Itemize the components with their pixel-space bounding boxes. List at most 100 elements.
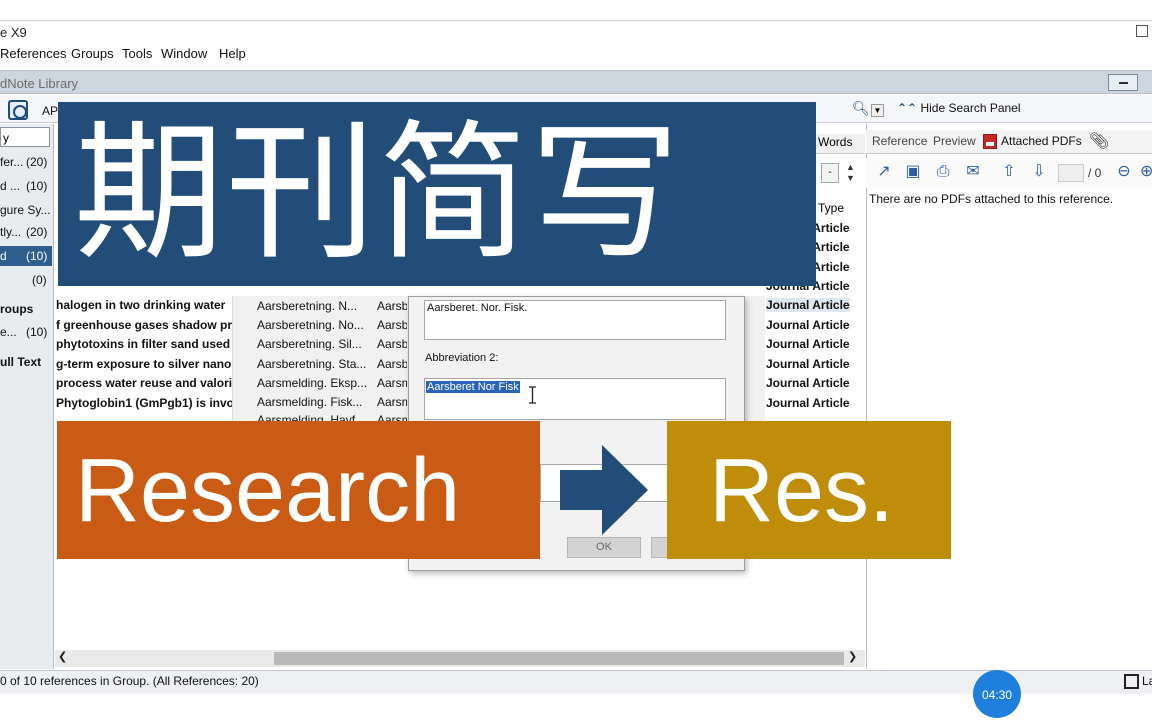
abbreviation-1-value: Aarsberet. Nor. Fisk. xyxy=(427,302,528,314)
journal-term-abbr[interactable]: Aarsb xyxy=(377,318,407,332)
paperclip-icon[interactable]: 📎︎ xyxy=(1089,131,1109,151)
title-banner-text: 期刊简写 xyxy=(74,107,683,281)
print-icon[interactable]: ⎙ xyxy=(933,162,953,182)
hide-search-panel-label: Hide Search Panel xyxy=(920,101,1021,115)
layout-label[interactable]: La xyxy=(1142,674,1152,688)
reference-title[interactable]: g-term exposure to silver nano xyxy=(56,357,232,375)
menu-tools[interactable]: Tools xyxy=(122,46,152,61)
group-count: (20) xyxy=(26,225,48,239)
timer-text: 04:30 xyxy=(981,688,1013,702)
reference-title[interactable]: f greenhouse gases shadow pri xyxy=(56,318,232,336)
journal-term-abbr[interactable]: Aarsm xyxy=(377,376,407,390)
journal-term-full[interactable]: Aarsmelding. Eksp... xyxy=(257,376,369,390)
page-count: / 0 xyxy=(1088,166,1102,180)
no-pdfs-message: There are no PDFs attached to this refer… xyxy=(869,192,1114,206)
output-style-select[interactable]: AP xyxy=(42,104,58,118)
search-icon[interactable]: 🔍︎ xyxy=(852,100,870,117)
journal-term-abbr[interactable]: Aarsb xyxy=(377,337,407,351)
reference-title[interactable]: halogen in two drinking water xyxy=(56,298,232,316)
reference-type[interactable]: Journal Article xyxy=(766,298,850,312)
journal-term-full[interactable]: Aarsmelding. Havf... xyxy=(257,413,369,421)
reference-title[interactable]: phytotoxins in filter sand used f xyxy=(56,337,232,355)
find-full-text-heading[interactable]: ull Text xyxy=(0,355,41,369)
group-filter-field[interactable]: y xyxy=(0,127,50,147)
hide-search-panel-button[interactable]: ⌃⌃ Hide Search Panel xyxy=(897,101,1021,115)
group-count: (20) xyxy=(26,155,48,169)
open-external-icon[interactable]: ↗ xyxy=(874,162,894,182)
full-word-banner: Research xyxy=(57,421,540,559)
journal-term-abbr[interactable]: Aarsb xyxy=(377,357,407,371)
arrow-up-icon[interactable]: ⇧ xyxy=(999,162,1019,182)
group-name: gure Sy... xyxy=(0,203,51,217)
group-item[interactable]: fer... (20) xyxy=(0,152,52,172)
abbreviated-word-banner: Res. xyxy=(667,421,951,559)
spin-field[interactable]: - xyxy=(821,163,839,183)
journal-term-full[interactable]: Aarsberetning. No... xyxy=(257,318,369,332)
group-item[interactable]: gure Sy... xyxy=(0,200,52,220)
scroll-left-icon[interactable]: ❮ xyxy=(58,650,67,663)
group-item[interactable]: d ... (10) xyxy=(0,176,52,196)
chevron-up-icon: ⌃⌃ xyxy=(897,101,918,115)
layout-icon[interactable] xyxy=(1124,674,1139,689)
tab-reference[interactable]: Reference xyxy=(872,134,927,148)
window-title: e X9 xyxy=(0,25,27,40)
reference-type[interactable]: Journal Article xyxy=(766,396,850,410)
globe-icon[interactable] xyxy=(8,100,28,120)
email-icon[interactable]: ✉ xyxy=(963,162,983,182)
title-bar: e X9 xyxy=(0,20,1152,44)
title-banner: 期刊简写 xyxy=(58,102,816,286)
menu-bar: References Groups Tools Window Help xyxy=(0,44,1152,64)
spin-arrows-icon[interactable]: ▲ ▼ xyxy=(846,162,855,184)
journal-term-full[interactable]: Aarsberetning. Sil... xyxy=(257,337,369,351)
minimize-library-icon[interactable] xyxy=(1108,74,1138,91)
search-dropdown-icon[interactable]: ▼ xyxy=(871,104,884,117)
group-name: fer... xyxy=(0,155,24,169)
journal-terms-list-edge xyxy=(745,296,765,424)
abbreviation-2-label: Abbreviation 2: xyxy=(425,352,499,364)
journal-term-abbr[interactable]: Aarsb xyxy=(377,299,407,313)
type-column-header[interactable]: Type xyxy=(818,201,844,215)
reference-type[interactable]: Journal Article xyxy=(766,337,850,351)
arrow-right-icon xyxy=(560,445,648,535)
reference-type[interactable]: Journal Article xyxy=(766,376,850,390)
ok-button[interactable]: OK xyxy=(567,537,641,558)
journal-term-full[interactable]: Aarsmelding. Fisk... xyxy=(257,395,369,409)
reference-title[interactable]: Phytoglobin1 (GmPgb1) is invo xyxy=(56,396,232,414)
restore-window-icon[interactable] xyxy=(1136,25,1148,37)
group-name: tly... xyxy=(0,225,22,239)
group-item-selected[interactable]: d (10) xyxy=(0,246,52,266)
group-filter-text: y xyxy=(3,131,9,145)
page-number-field[interactable] xyxy=(1058,164,1084,182)
save-icon[interactable]: ▣ xyxy=(903,162,923,182)
group-count: (0) xyxy=(32,273,47,287)
library-title: dNote Library xyxy=(0,76,79,91)
journal-term-abbr[interactable]: Aarsm xyxy=(377,413,407,421)
tab-preview[interactable]: Preview xyxy=(933,134,976,148)
reference-type[interactable]: Journal Article xyxy=(766,318,850,332)
reference-type[interactable]: Journal Article xyxy=(766,357,850,371)
group-item[interactable]: (0) xyxy=(0,270,52,290)
group-item[interactable]: e... (10) xyxy=(0,322,52,342)
menu-groups[interactable]: Groups xyxy=(71,46,114,61)
tab-attached-pdfs[interactable]: Attached PDFs xyxy=(1001,134,1082,148)
zoom-out-icon[interactable]: ⊖ xyxy=(1114,162,1134,182)
words-column-header[interactable]: Words xyxy=(818,135,852,149)
journal-term-full[interactable]: Aarsberetning. Sta... xyxy=(257,357,369,371)
reference-title[interactable]: process water reuse and valori xyxy=(56,376,232,394)
group-count: (10) xyxy=(26,179,48,193)
group-count: (10) xyxy=(26,249,48,263)
group-name: e... xyxy=(0,325,17,339)
menu-window[interactable]: Window xyxy=(161,46,207,61)
abbreviated-word-text: Res. xyxy=(709,441,895,541)
journal-term-abbr[interactable]: Aarsm xyxy=(377,395,407,409)
scroll-right-icon[interactable]: ❯ xyxy=(848,650,857,663)
abbreviation-2-selected-text: Aarsberet Nor Fisk xyxy=(426,381,520,393)
arrow-down-icon[interactable]: ⇩ xyxy=(1029,162,1049,182)
menu-references[interactable]: References xyxy=(0,46,66,61)
scrollbar-thumb[interactable] xyxy=(274,652,844,665)
menu-help[interactable]: Help xyxy=(219,46,246,61)
zoom-in-icon[interactable]: ⊕ xyxy=(1140,162,1152,182)
journal-term-full[interactable]: Aarsberetning. N... xyxy=(257,299,369,313)
group-section-heading[interactable]: roups xyxy=(0,302,33,316)
group-item[interactable]: tly... (20) xyxy=(0,222,52,242)
